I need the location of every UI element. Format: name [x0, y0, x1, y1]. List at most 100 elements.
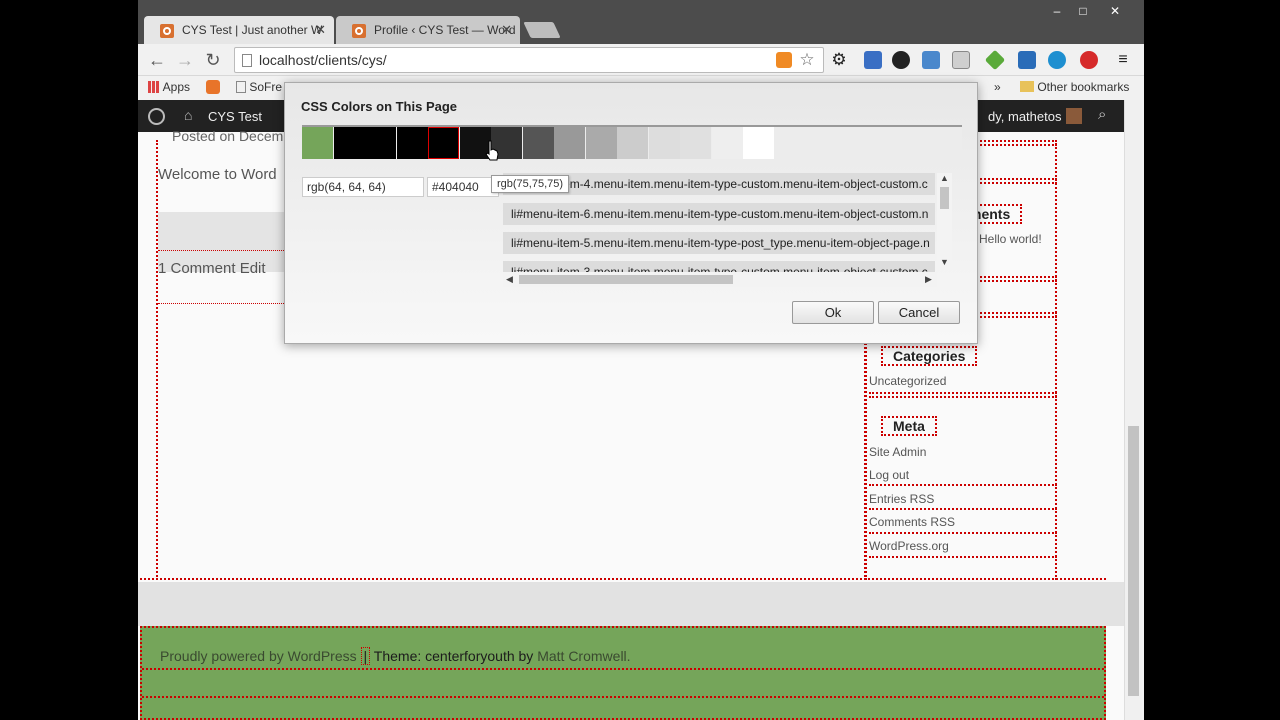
tab-strip: – □ ✕ CYS Test | Just another W ✕ Profil… [138, 0, 1144, 44]
comments-rss-link[interactable]: Comments RSS [869, 515, 955, 529]
close-tab-icon[interactable]: ✕ [315, 22, 326, 38]
dialog-title: CSS Colors on This Page [301, 99, 458, 114]
site-admin-link[interactable]: Site Admin [869, 445, 926, 459]
site-name-link[interactable]: CYS Test [208, 109, 262, 124]
extension-icon[interactable] [1018, 51, 1036, 69]
eyedropper-icon[interactable] [952, 51, 970, 69]
color-swatch[interactable] [711, 127, 743, 159]
selector-item[interactable]: li#menu-item-5.menu-item.menu-item-type-… [503, 232, 935, 254]
log-out-link[interactable]: Log out [869, 468, 909, 482]
rss-icon[interactable] [776, 52, 792, 68]
forward-arrow-icon[interactable]: → [174, 50, 196, 70]
bookmark-sofre[interactable]: SoFre [236, 80, 282, 94]
wordpress-logo-icon[interactable] [148, 108, 165, 125]
hex-value-field[interactable]: #404040 [427, 177, 499, 197]
color-swatch[interactable] [302, 127, 333, 159]
bookmark-icon[interactable] [206, 80, 220, 94]
color-swatch[interactable] [680, 127, 711, 159]
bookmark-label: SoFre [249, 80, 283, 94]
category-link[interactable]: Uncategorized [869, 374, 946, 388]
tab-title: CYS Test | Just another W [182, 23, 323, 37]
ok-button[interactable]: Ok [792, 301, 874, 324]
address-bar[interactable]: localhost/clients/cys/ [234, 47, 824, 73]
bookmarks-overflow[interactable]: » [994, 80, 1001, 94]
rgb-value-field[interactable]: rgb(64, 64, 64) [302, 177, 424, 197]
close-window-button[interactable]: ✕ [1102, 4, 1128, 18]
gear-icon[interactable]: ⚙ [828, 50, 850, 70]
color-swatch[interactable] [396, 127, 428, 159]
comment-edit-row [158, 250, 288, 304]
cancel-button[interactable]: Cancel [878, 301, 960, 324]
hello-world-link[interactable]: Hello world! [979, 232, 1042, 246]
author-link[interactable]: Matt Cromwell. [537, 648, 630, 664]
scrollbar-thumb[interactable] [940, 187, 949, 209]
new-tab-button[interactable] [523, 22, 561, 38]
adblock-icon[interactable] [1080, 51, 1098, 69]
comment-edit-link[interactable]: 1 Comment Edit [158, 260, 266, 277]
reload-icon[interactable]: ↻ [202, 50, 224, 70]
browser-window: – □ ✕ CYS Test | Just another W ✕ Profil… [138, 0, 1144, 720]
categories-title: Categories [881, 346, 978, 366]
search-icon[interactable]: ⌕ [1098, 106, 1106, 123]
bookmark-other[interactable]: Other bookmarks [1020, 80, 1129, 94]
widget-separator [869, 556, 1057, 559]
hand-cursor-icon [485, 140, 499, 161]
color-swatch[interactable] [365, 127, 396, 159]
color-tooltip: rgb(75,75,75) [491, 175, 570, 193]
color-swatch[interactable] [554, 127, 585, 159]
url-text: localhost/clients/cys/ [259, 52, 387, 68]
scroll-down-icon[interactable]: ▼ [940, 257, 949, 267]
scroll-up-icon[interactable]: ▲ [940, 173, 949, 183]
back-arrow-icon[interactable]: ← [146, 50, 168, 70]
page-icon [236, 81, 246, 93]
extension-icon[interactable] [984, 49, 1006, 71]
bookmark-label: Apps [162, 80, 191, 94]
maximize-button[interactable]: □ [1070, 4, 1096, 18]
extension-icon[interactable] [922, 51, 940, 69]
entries-rss-link[interactable]: Entries RSS [869, 492, 934, 506]
extension-icon[interactable] [892, 51, 910, 69]
tab-title: Profile ‹ CYS Test — Word [374, 23, 516, 37]
bookmark-apps[interactable]: Apps [148, 80, 190, 94]
footer-credits: Proudly powered by WordPress | Theme: ce… [160, 647, 631, 665]
bookmark-favicon-icon [206, 80, 220, 94]
scroll-left-icon[interactable]: ◀ [506, 274, 513, 285]
color-swatch[interactable] [743, 127, 774, 159]
close-tab-icon[interactable]: ✕ [501, 22, 512, 38]
meta-title: Meta [881, 416, 937, 436]
tab-cys-test[interactable]: CYS Test | Just another W ✕ [144, 16, 334, 44]
powered-by-link[interactable]: Proudly powered by WordPress [160, 648, 357, 664]
scrollbar-thumb[interactable] [1128, 426, 1139, 696]
wordpress-favicon-icon [352, 24, 366, 38]
widget-separator [869, 392, 1057, 398]
page-scrollbar[interactable] [1124, 100, 1142, 720]
selector-horizontal-scrollbar[interactable]: ◀ ▶ [503, 272, 937, 287]
bookmark-label: Other bookmarks [1037, 80, 1130, 94]
menu-icon[interactable]: ≡ [1112, 50, 1134, 70]
minimize-button[interactable]: – [1044, 4, 1070, 18]
scroll-right-icon[interactable]: ▶ [925, 274, 932, 285]
star-icon[interactable]: ☆ [796, 50, 818, 70]
color-swatch[interactable] [617, 127, 648, 159]
extension-icon[interactable] [864, 51, 882, 69]
color-swatch[interactable] [585, 127, 617, 159]
extension-icon[interactable] [1048, 51, 1066, 69]
site-footer: Proudly powered by WordPress | Theme: ce… [140, 626, 1106, 720]
color-swatch[interactable] [333, 127, 365, 159]
widget-separator [869, 484, 1057, 487]
scrollbar-thumb[interactable] [519, 275, 733, 284]
wordpress-org-link[interactable]: WordPress.org [869, 539, 949, 553]
selector-item[interactable]: li#menu-item-6.menu-item.menu-item-type-… [503, 203, 935, 225]
theme-credit-text: Theme: centerforyouth by [373, 648, 534, 664]
color-swatch[interactable] [428, 127, 459, 159]
widget-separator [869, 508, 1057, 511]
tab-profile[interactable]: Profile ‹ CYS Test — Word ✕ [336, 16, 520, 44]
color-swatch[interactable] [522, 127, 554, 159]
page-bottom-border [140, 578, 1106, 580]
avatar[interactable] [1066, 108, 1082, 124]
page-icon [242, 54, 252, 67]
selector-vertical-scrollbar[interactable]: ▲ ▼ [937, 173, 952, 269]
color-swatch[interactable] [648, 127, 680, 159]
howdy-user-link[interactable]: dy, mathetos [988, 109, 1061, 124]
welcome-text: Welcome to Word [158, 166, 277, 183]
